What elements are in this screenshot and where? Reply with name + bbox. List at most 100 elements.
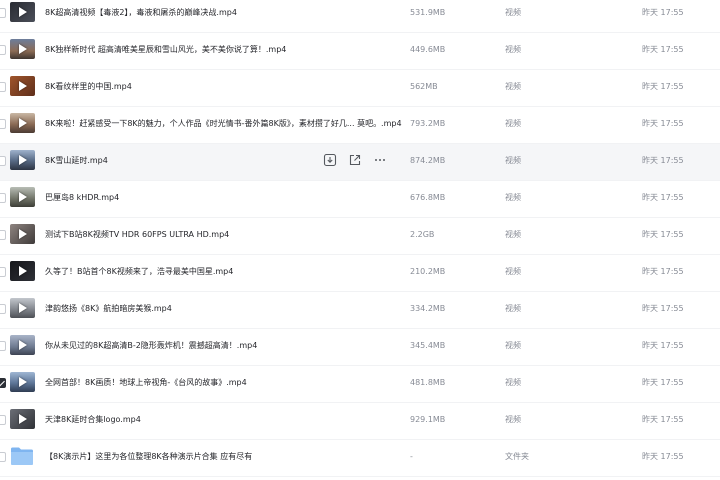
- file-type: 视频: [505, 267, 521, 276]
- folder-row[interactable]: 【8K演示片】这里为各位整理8K各种演示片合集 应有尽有 - 文件夹 昨天 17…: [0, 440, 720, 477]
- download-icon[interactable]: [323, 153, 337, 167]
- file-type: 视频: [505, 378, 521, 387]
- file-time: 昨天 17:55: [642, 156, 684, 165]
- file-type: 视频: [505, 8, 521, 17]
- file-size: 345.4MB: [410, 341, 446, 350]
- file-name[interactable]: 8K雪山延时.mp4: [45, 156, 108, 166]
- file-time: 昨天 17:55: [642, 193, 684, 202]
- play-icon: [19, 7, 27, 17]
- video-thumbnail[interactable]: [10, 113, 35, 133]
- video-thumbnail[interactable]: [10, 187, 35, 207]
- play-icon: [19, 44, 27, 54]
- play-icon: [19, 192, 27, 202]
- play-icon: [19, 118, 27, 128]
- video-thumbnail[interactable]: [10, 2, 35, 22]
- more-icon[interactable]: [373, 153, 387, 167]
- file-row[interactable]: 巴厘岛8 kHDR.mp4 676.8MB 视频 昨天 17:55: [0, 181, 720, 218]
- file-type: 视频: [505, 230, 521, 239]
- row-checkbox[interactable]: [0, 230, 6, 240]
- file-name[interactable]: 全网首部！8K画质！地球上帝视角-《台风的故事》.mp4: [45, 378, 247, 388]
- file-type: 视频: [505, 415, 521, 424]
- file-size: 210.2MB: [410, 267, 446, 276]
- file-size: 562MB: [410, 82, 438, 91]
- file-time: 昨天 17:55: [642, 267, 684, 276]
- file-row[interactable]: 测试下B站8K视频TV HDR 60FPS ULTRA HD.mp4 2.2GB…: [0, 218, 720, 255]
- file-time: 昨天 17:55: [642, 304, 684, 313]
- video-thumbnail[interactable]: [10, 224, 35, 244]
- file-row[interactable]: 8K来啦！赶紧感受一下8K的魅力，个人作品《时光情书-番外篇8K版》，素材攒了好…: [0, 107, 720, 144]
- folder-icon[interactable]: [10, 446, 34, 466]
- file-name[interactable]: 巴厘岛8 kHDR.mp4: [45, 193, 119, 203]
- file-type: 文件夹: [505, 452, 529, 461]
- file-size: 481.8MB: [410, 378, 446, 387]
- play-icon: [19, 414, 27, 424]
- file-type: 视频: [505, 193, 521, 202]
- play-icon: [19, 377, 27, 387]
- folder-name[interactable]: 【8K演示片】这里为各位整理8K各种演示片合集 应有尽有: [45, 452, 252, 462]
- file-size: 676.8MB: [410, 193, 446, 202]
- file-size: 874.2MB: [410, 156, 446, 165]
- file-size: -: [410, 452, 413, 461]
- file-row[interactable]: 津韵悠扬《8K》航拍暗房美猴.mp4 334.2MB 视频 昨天 17:55: [0, 292, 720, 329]
- file-row[interactable]: 你从未见过的8K超高清B-2隐形轰炸机！震撼超高清！.mp4 345.4MB 视…: [0, 329, 720, 366]
- file-name[interactable]: 测试下B站8K视频TV HDR 60FPS ULTRA HD.mp4: [45, 230, 229, 240]
- row-checkbox[interactable]: [0, 341, 6, 351]
- file-row[interactable]: 久等了！B站首个8K视频来了，浩寻最美中国星.mp4 210.2MB 视频 昨天…: [0, 255, 720, 292]
- row-checkbox[interactable]: [0, 193, 6, 203]
- file-name[interactable]: 8K独样新时代 超高清唯美星辰和雪山风光，美不美你说了算！.mp4: [45, 45, 286, 55]
- row-checkbox[interactable]: [0, 378, 6, 388]
- row-checkbox[interactable]: [0, 156, 6, 166]
- file-time: 昨天 17:55: [642, 82, 684, 91]
- file-time: 昨天 17:55: [642, 119, 684, 128]
- file-time: 昨天 17:55: [642, 8, 684, 17]
- video-thumbnail[interactable]: [10, 39, 35, 59]
- play-icon: [19, 340, 27, 350]
- file-size: 929.1MB: [410, 415, 446, 424]
- play-icon: [19, 266, 27, 276]
- file-time: 昨天 17:55: [642, 230, 684, 239]
- video-thumbnail[interactable]: [10, 409, 35, 429]
- file-time: 昨天 17:55: [642, 415, 684, 424]
- file-name[interactable]: 你从未见过的8K超高清B-2隐形轰炸机！震撼超高清！.mp4: [45, 341, 257, 351]
- video-thumbnail[interactable]: [10, 335, 35, 355]
- row-checkbox[interactable]: [0, 45, 6, 55]
- file-size: 2.2GB: [410, 230, 435, 239]
- row-checkbox[interactable]: [0, 8, 6, 18]
- file-type: 视频: [505, 304, 521, 313]
- row-checkbox[interactable]: [0, 415, 6, 425]
- file-name[interactable]: 天津8K延时合集logo.mp4: [45, 415, 141, 425]
- file-row[interactable]: 8K看纹样里的中国.mp4 562MB 视频 昨天 17:55: [0, 70, 720, 107]
- file-row[interactable]: 8K独样新时代 超高清唯美星辰和雪山风光，美不美你说了算！.mp4 449.6M…: [0, 33, 720, 70]
- file-type: 视频: [505, 45, 521, 54]
- video-thumbnail[interactable]: [10, 76, 35, 96]
- file-row[interactable]: 天津8K延时合集logo.mp4 929.1MB 视频 昨天 17:55: [0, 403, 720, 440]
- file-type: 视频: [505, 156, 521, 165]
- file-time: 昨天 17:55: [642, 378, 684, 387]
- video-thumbnail[interactable]: [10, 298, 35, 318]
- video-thumbnail[interactable]: [10, 261, 35, 281]
- video-thumbnail[interactable]: [10, 372, 35, 392]
- file-size: 334.2MB: [410, 304, 446, 313]
- row-checkbox[interactable]: [0, 304, 6, 314]
- share-icon[interactable]: [348, 153, 362, 167]
- file-name[interactable]: 津韵悠扬《8K》航拍暗房美猴.mp4: [45, 304, 172, 314]
- file-time: 昨天 17:55: [642, 45, 684, 54]
- row-checkbox[interactable]: [0, 267, 6, 277]
- file-name[interactable]: 8K超高清视频【毒液2】，毒液和屠杀的巅峰决战.mp4: [45, 8, 237, 18]
- play-icon: [19, 303, 27, 313]
- file-row[interactable]: 全网首部！8K画质！地球上帝视角-《台风的故事》.mp4 481.8MB 视频 …: [0, 366, 720, 403]
- row-checkbox[interactable]: [0, 119, 6, 129]
- file-name[interactable]: 久等了！B站首个8K视频来了，浩寻最美中国星.mp4: [45, 267, 233, 277]
- play-icon: [19, 229, 27, 239]
- row-checkbox[interactable]: [0, 82, 6, 92]
- file-name[interactable]: 8K看纹样里的中国.mp4: [45, 82, 132, 92]
- file-type: 视频: [505, 341, 521, 350]
- row-checkbox[interactable]: [0, 452, 6, 462]
- file-name[interactable]: 8K来啦！赶紧感受一下8K的魅力，个人作品《时光情书-番外篇8K版》，素材攒了好…: [45, 119, 402, 129]
- video-thumbnail[interactable]: [10, 150, 35, 170]
- play-icon: [19, 155, 27, 165]
- file-row[interactable]: 8K雪山延时.mp4 874.2MB 视频 昨天 17:55: [0, 144, 720, 181]
- file-size: 793.2MB: [410, 119, 446, 128]
- file-row[interactable]: 8K超高清视频【毒液2】，毒液和屠杀的巅峰决战.mp4 531.9MB 视频 昨…: [0, 0, 720, 33]
- file-type: 视频: [505, 119, 521, 128]
